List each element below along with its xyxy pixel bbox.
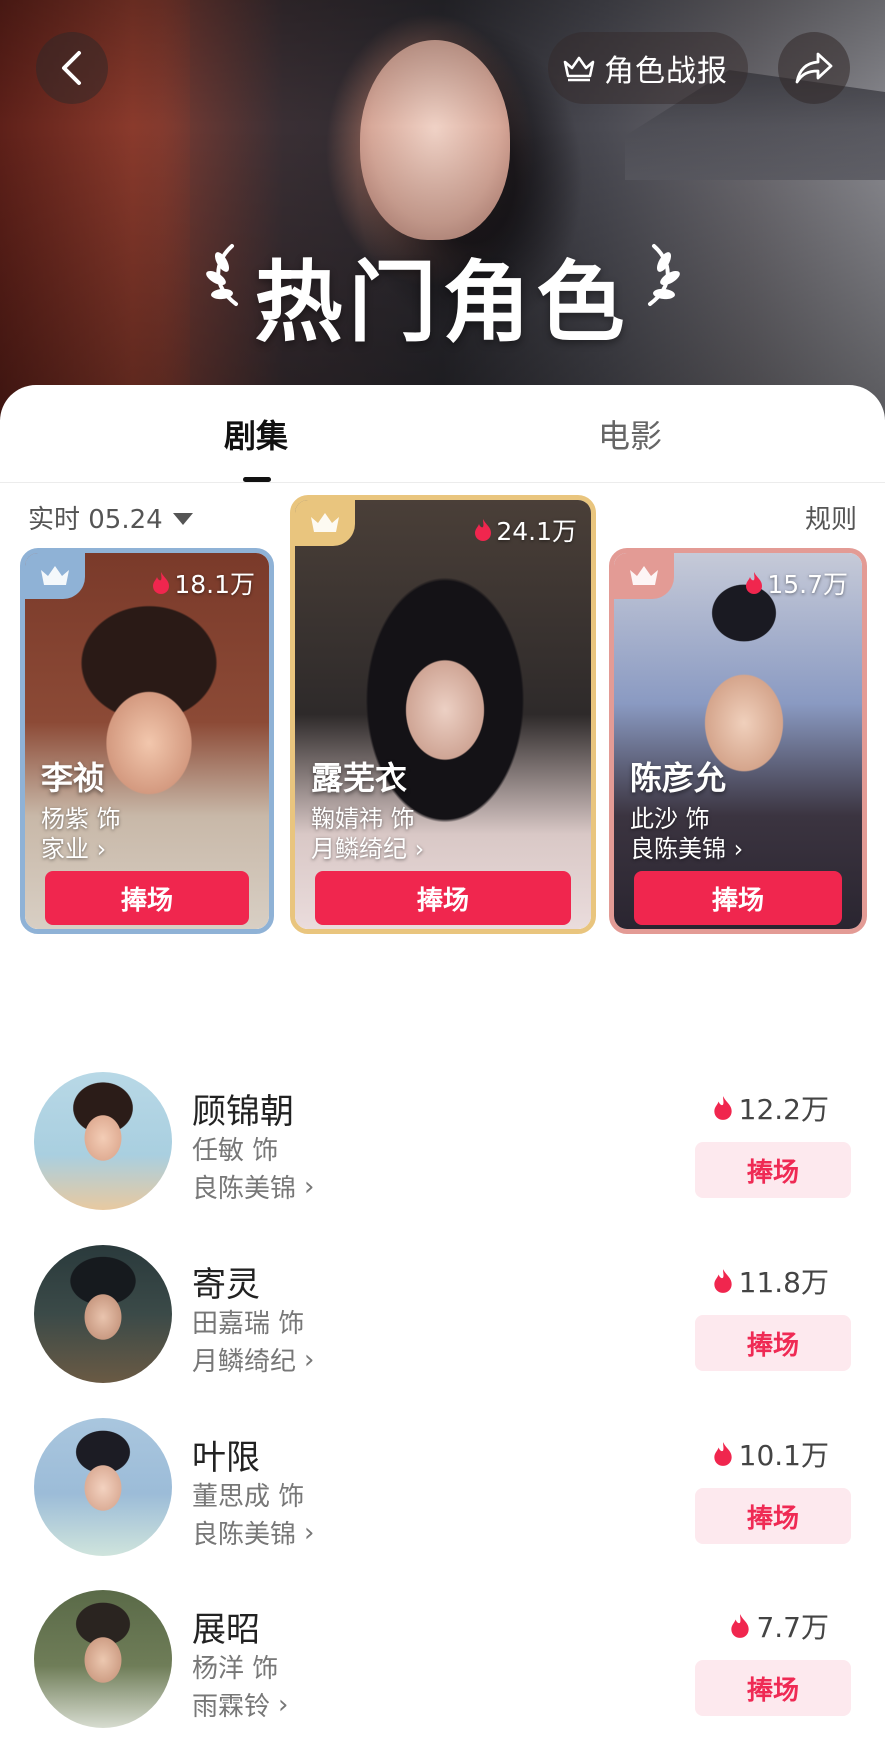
caret-down-icon (172, 512, 193, 525)
heat-count: 12.2万 (713, 1088, 829, 1128)
crown-icon (630, 566, 658, 585)
avatar (34, 1418, 172, 1556)
chevron-right-icon: › (304, 1517, 315, 1548)
rank-badge (295, 500, 355, 546)
rank-badge (614, 553, 674, 599)
actor-name: 董思成 饰 (192, 1482, 305, 1512)
avatar (34, 1590, 172, 1728)
show-link[interactable]: 月鳞绮纪 › (311, 829, 424, 864)
laurel-right-icon (648, 244, 680, 306)
heat-count: 10.1万 (713, 1434, 829, 1474)
list-item[interactable]: 展昭 杨洋 饰 雨霖铃 › 7.7万 捧场 (0, 1590, 885, 1740)
character-name: 李祯 (41, 759, 106, 797)
top-card-rank-2[interactable]: 18.1万 李祯 杨紫 饰 家业 › 捧场 (20, 548, 274, 934)
show-title: 月鳞绮纪 (311, 835, 407, 863)
role-report-label: 角色战报 (604, 54, 728, 89)
heat-count: 7.7万 (730, 1606, 829, 1646)
flame-icon (713, 1096, 732, 1120)
chevron-right-icon: › (304, 1171, 315, 1202)
list-item[interactable]: 叶限 董思成 饰 良陈美锦 › 10.1万 捧场 (0, 1418, 885, 1568)
heat-count: 24.1万 (474, 512, 577, 548)
heat-value: 10.1万 (738, 1439, 829, 1472)
show-title: 良陈美锦 (192, 1174, 297, 1204)
show-link[interactable]: 良陈美锦 › (192, 1168, 314, 1205)
tab-movies[interactable]: 电影 (598, 411, 662, 457)
tab-bar: 剧集 电影 (0, 385, 885, 483)
heat-count: 18.1万 (152, 565, 255, 601)
cheer-button[interactable]: 捧场 (695, 1660, 851, 1716)
time-filter-dropdown[interactable]: 实时 05.24 (28, 499, 193, 536)
cheer-button[interactable]: 捧场 (695, 1142, 851, 1198)
character-name: 露芜衣 (311, 759, 408, 797)
heat-value: 7.7万 (756, 1611, 829, 1644)
character-name: 陈彦允 (630, 759, 727, 797)
rank-badge (25, 553, 85, 599)
show-link[interactable]: 雨霖铃 › (192, 1686, 288, 1723)
character-name: 叶限 (192, 1438, 260, 1478)
tab-series[interactable]: 剧集 (224, 411, 288, 457)
top-card-rank-3[interactable]: 15.7万 陈彦允 此沙 饰 良陈美锦 › 捧场 (609, 548, 867, 934)
cheer-button[interactable]: 捧场 (695, 1488, 851, 1544)
show-link[interactable]: 良陈美锦 › (630, 829, 743, 864)
list-item[interactable]: 顾锦朝 任敏 饰 良陈美锦 › 12.2万 捧场 (0, 1072, 885, 1222)
chevron-right-icon: › (414, 835, 425, 863)
actor-name: 任敏 饰 (192, 1136, 279, 1166)
back-button[interactable] (36, 32, 108, 104)
heat-value: 11.8万 (738, 1266, 829, 1299)
avatar (34, 1245, 172, 1383)
flame-icon (731, 1614, 750, 1638)
heat-count: 15.7万 (745, 565, 848, 601)
role-report-button[interactable]: 角色战报 (548, 32, 748, 104)
cheer-button[interactable]: 捧场 (695, 1315, 851, 1371)
show-title: 良陈美锦 (630, 835, 726, 863)
character-name: 顾锦朝 (192, 1092, 294, 1132)
share-button[interactable] (778, 32, 850, 104)
chevron-right-icon: › (96, 835, 107, 863)
actor-name: 杨洋 饰 (192, 1654, 279, 1684)
character-photo (295, 500, 591, 929)
flame-icon (153, 572, 170, 594)
avatar (34, 1072, 172, 1210)
list-item[interactable]: 寄灵 田嘉瑞 饰 月鳞绮纪 › 11.8万 捧场 (0, 1245, 885, 1395)
heat-value: 18.1万 (174, 570, 255, 599)
time-filter-label: 实时 05.24 (28, 505, 163, 535)
show-title: 月鳞绮纪 (192, 1347, 297, 1377)
crown-icon (311, 513, 339, 532)
cheer-button[interactable]: 捧场 (634, 871, 842, 925)
show-link[interactable]: 良陈美锦 › (192, 1514, 314, 1551)
heat-value: 12.2万 (738, 1093, 829, 1126)
page-title: 热门角色 (254, 251, 631, 354)
heat-value: 15.7万 (767, 570, 848, 599)
rules-link[interactable]: 规则 (805, 499, 857, 536)
show-title: 家业 (41, 835, 89, 863)
heat-value: 24.1万 (496, 517, 577, 546)
show-title: 雨霖铃 (192, 1692, 271, 1722)
chevron-left-icon (62, 51, 81, 85)
top-card-rank-1[interactable]: 24.1万 露芜衣 鞠婧祎 饰 月鳞绮纪 › 捧场 (290, 495, 596, 934)
chevron-right-icon: › (304, 1344, 315, 1375)
chevron-right-icon: › (733, 835, 744, 863)
actor-name: 田嘉瑞 饰 (192, 1309, 305, 1339)
cheer-button[interactable]: 捧场 (45, 871, 249, 925)
share-icon (795, 52, 833, 84)
crown-icon (563, 56, 595, 82)
flame-icon (713, 1269, 732, 1293)
character-name: 展昭 (192, 1610, 260, 1650)
show-title: 良陈美锦 (192, 1520, 297, 1550)
cheer-button[interactable]: 捧场 (315, 871, 571, 925)
chevron-right-icon: › (278, 1689, 289, 1720)
character-name: 寄灵 (192, 1265, 260, 1305)
show-link[interactable]: 家业 › (41, 829, 106, 864)
heat-count: 11.8万 (713, 1261, 829, 1301)
tab-active-indicator (243, 477, 271, 482)
flame-icon (475, 519, 492, 541)
flame-icon (713, 1442, 732, 1466)
crown-icon (41, 566, 69, 585)
flame-icon (746, 572, 763, 594)
show-link[interactable]: 月鳞绮纪 › (192, 1341, 314, 1378)
